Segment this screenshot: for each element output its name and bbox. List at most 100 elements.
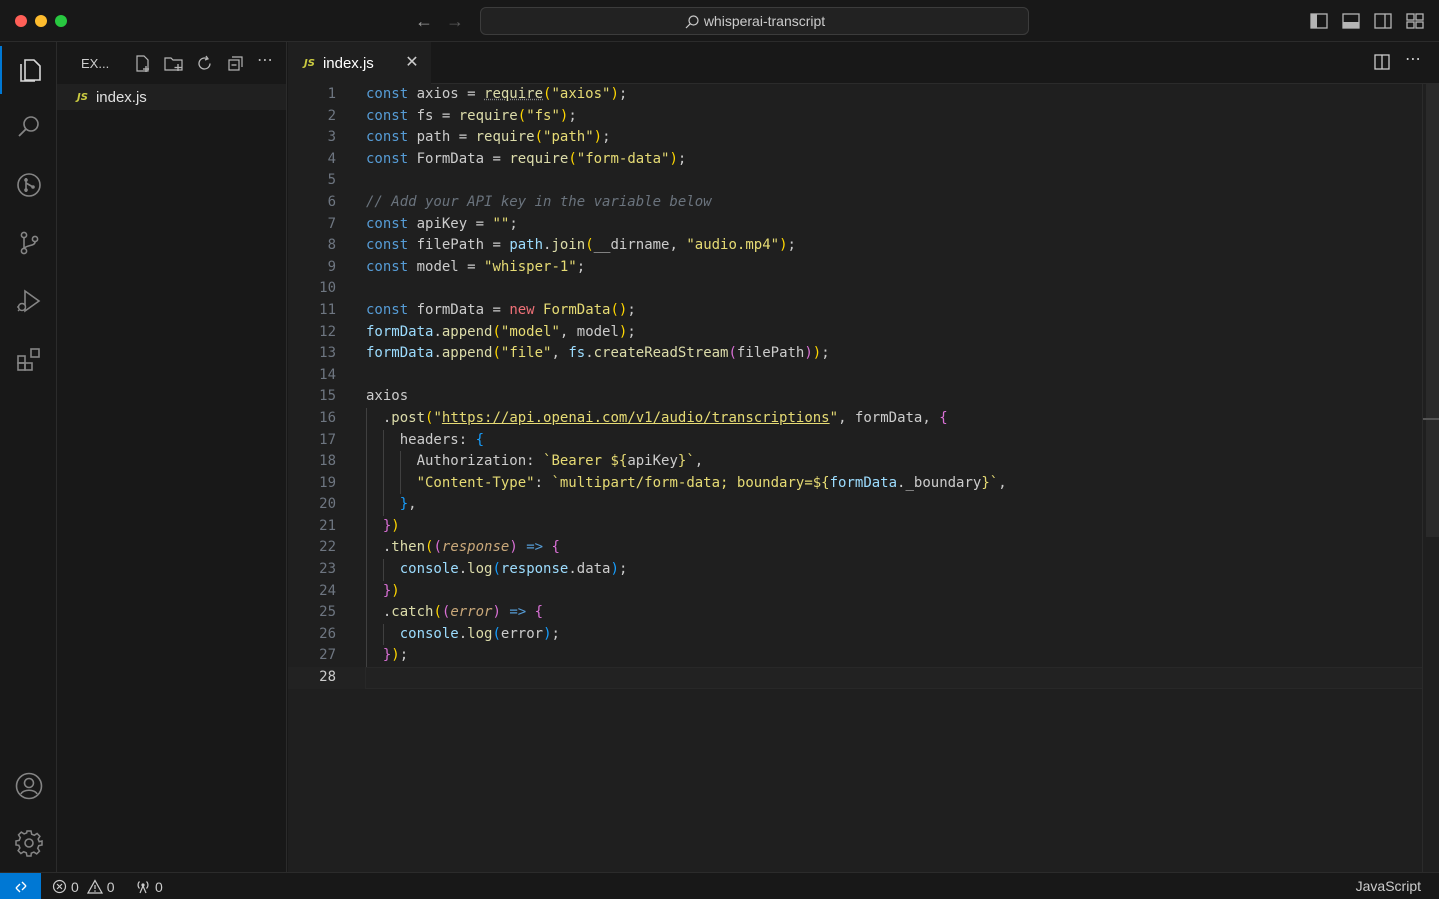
code-line: 6// Add your API key in the variable bel… <box>288 192 1422 214</box>
scrollbar-thumb[interactable] <box>1426 84 1439 537</box>
ports-indicator[interactable]: 0 <box>135 873 163 899</box>
code-line: 18 Authorization: `Bearer ${apiKey}`, <box>288 451 1422 473</box>
extensions-icon[interactable] <box>0 335 57 383</box>
line-number: 11 <box>319 301 336 318</box>
go-back-icon[interactable]: ← <box>413 10 435 32</box>
line-number: 8 <box>327 237 336 254</box>
line-number: 24 <box>319 582 336 599</box>
line-number: 21 <box>319 517 336 534</box>
title-bar: ← → whisperai-transcript <box>0 0 1439 42</box>
collapse-all-icon[interactable] <box>226 54 245 73</box>
file-item-index-js[interactable]: JS index.js <box>57 84 286 110</box>
new-file-icon[interactable] <box>133 54 152 73</box>
code-line: 5 <box>288 170 1422 192</box>
error-icon <box>52 879 67 894</box>
scrollbar-cursor-marker <box>1423 418 1439 420</box>
search-icon <box>685 15 699 29</box>
line-number: 14 <box>319 366 336 383</box>
vertical-scrollbar[interactable] <box>1422 84 1439 872</box>
code-area[interactable]: 1 const axios = require("axios"); 2 const … <box>288 84 1439 689</box>
git-graph-icon[interactable] <box>0 161 57 209</box>
remote-indicator-icon[interactable] <box>0 873 41 899</box>
line-number: 13 <box>319 345 336 362</box>
code-line: 17 headers: { <box>288 429 1422 452</box>
code-line: 8 const filePath = path.join(__dirname, "… <box>288 235 1422 257</box>
language-mode[interactable]: JavaScript <box>1356 873 1421 899</box>
line-number: 3 <box>327 129 336 146</box>
customize-layout-icon[interactable] <box>1405 11 1425 31</box>
minimize-window-button[interactable] <box>35 15 47 27</box>
tab-index-js[interactable]: JS index.js ✕ <box>288 42 431 84</box>
code-line: 22 .then((response) => { <box>288 537 1422 560</box>
line-number: 19 <box>319 474 336 491</box>
code-line: 1 const axios = require("axios"); <box>288 84 1422 106</box>
line-number: 12 <box>319 323 336 340</box>
go-forward-icon[interactable]: → <box>444 10 466 32</box>
code-line: 13 formData.append("file", fs.createReadS… <box>288 343 1422 365</box>
refresh-icon[interactable] <box>195 54 214 73</box>
accounts-icon[interactable] <box>0 762 57 810</box>
line-number: 28 <box>319 669 336 686</box>
code-line: 4 const FormData = require("form-data"); <box>288 149 1422 171</box>
maximize-window-button[interactable] <box>55 15 67 27</box>
toggle-panel-icon[interactable] <box>1341 11 1361 31</box>
code-line: 11 const formData = new FormData(); <box>288 300 1422 322</box>
code-line: 24 }) <box>288 580 1422 603</box>
error-count: 0 <box>71 878 79 895</box>
file-name: index.js <box>95 88 147 106</box>
code-line: 26 console.log(error); <box>288 623 1422 646</box>
code-line: 2 const fs = require("fs"); <box>288 106 1422 128</box>
activity-bar <box>0 42 57 872</box>
line-number: 9 <box>327 258 336 275</box>
problems-indicator[interactable]: 0 0 <box>52 873 115 899</box>
line-number: 22 <box>319 539 336 556</box>
line-number: 4 <box>327 150 336 167</box>
toggle-secondary-sidebar-icon[interactable] <box>1373 11 1393 31</box>
explorer-sidebar: EX... ⋯ JS index.js <box>57 42 287 872</box>
toggle-primary-sidebar-icon[interactable] <box>1309 11 1329 31</box>
settings-gear-icon[interactable] <box>0 819 57 867</box>
editor-tab-bar: JS index.js ✕ ⋯ <box>288 42 1439 84</box>
line-number: 15 <box>319 388 336 405</box>
line-number: 27 <box>319 647 336 664</box>
line-number: 7 <box>327 215 336 232</box>
explorer-title: EX... <box>81 55 110 71</box>
line-number: 20 <box>319 496 336 513</box>
code-line: 25 .catch((error) => { <box>288 602 1422 624</box>
line-number: 6 <box>327 193 336 210</box>
close-window-button[interactable] <box>15 15 27 27</box>
line-number: 16 <box>319 409 336 426</box>
search-icon[interactable] <box>0 103 57 151</box>
code-line: 16 .post("https://api.openai.com/v1/audi… <box>288 407 1422 430</box>
ports-count: 0 <box>155 878 163 895</box>
broadcast-icon <box>137 881 149 894</box>
code-line: 19 "Content-Type": `multipart/form-data;… <box>288 472 1422 495</box>
code-line: 23 console.log(response.data); <box>288 559 1422 581</box>
warning-icon <box>86 879 103 894</box>
split-editor-icon[interactable] <box>1373 53 1391 71</box>
command-center-search[interactable]: whisperai-transcript <box>480 7 1029 35</box>
command-center-text: whisperai-transcript <box>703 13 826 29</box>
close-tab-icon[interactable]: ✕ <box>403 54 421 72</box>
line-number: 5 <box>327 172 336 189</box>
more-actions-icon[interactable]: ⋯ <box>1405 52 1423 71</box>
code-line: 10 <box>288 278 1422 300</box>
status-bar: 0 0 0 JavaScript <box>0 872 1439 899</box>
javascript-file-icon: JS <box>77 91 88 103</box>
code-line: 27 }); <box>288 645 1422 668</box>
code-line: 12 formData.append("model", model); <box>288 322 1422 344</box>
more-actions-icon[interactable]: ⋯ <box>257 52 276 73</box>
code-line: 20 }, <box>288 494 1422 516</box>
source-control-icon[interactable] <box>0 219 57 267</box>
javascript-file-icon: JS <box>304 58 315 69</box>
line-number: 23 <box>319 561 336 578</box>
code-line: 7 const apiKey = ""; <box>288 214 1422 236</box>
run-and-debug-icon[interactable] <box>0 277 57 325</box>
code-editor[interactable]: 1 const axios = require("axios"); 2 const … <box>288 84 1439 872</box>
line-number: 17 <box>319 431 336 448</box>
new-folder-icon[interactable] <box>164 54 183 73</box>
line-number: 2 <box>327 107 336 124</box>
current-line: 28 <box>288 667 1439 689</box>
explorer-icon[interactable] <box>0 46 57 94</box>
code-line: 15 axios <box>288 386 1422 408</box>
